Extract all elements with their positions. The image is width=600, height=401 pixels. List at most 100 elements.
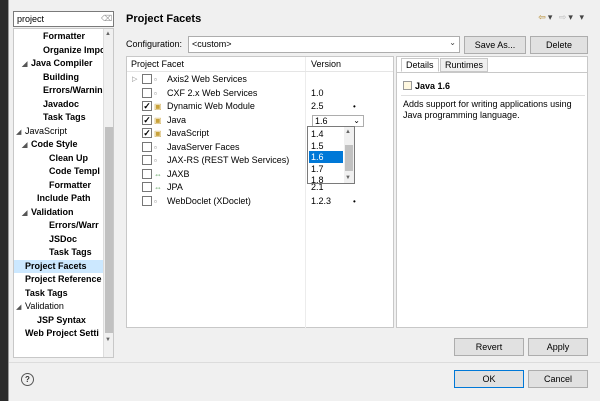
expand-triangle-icon[interactable]: ◢	[22, 139, 31, 152]
expand-triangle-icon[interactable]: ◢	[16, 301, 25, 314]
tree-item-label: Building	[43, 71, 79, 82]
facet-version[interactable]: 1.2.3	[311, 195, 331, 208]
dropdown-option[interactable]: 1.5	[309, 140, 343, 152]
dropdown-scrollbar[interactable]: ▲ ▼	[344, 127, 354, 183]
preference-tree[interactable]: Web Project Setti JSP Syntax ◢ Validation Ta…	[13, 28, 114, 358]
tree-vertical-scrollbar[interactable]: ▲ ▼	[103, 29, 113, 357]
tree-item[interactable]: Formatter	[14, 179, 104, 192]
tree-item[interactable]: Javadoc	[14, 98, 104, 111]
properties-dialog: project ⌫ Web Project Setti JSP Syntax ◢ Va…	[8, 0, 600, 401]
facet-name: Axis2 Web Services	[167, 74, 247, 84]
cancel-button[interactable]: Cancel	[528, 370, 588, 388]
tree-item[interactable]: ◢ Validation	[14, 206, 104, 219]
tab-runtimes[interactable]: Runtimes	[440, 58, 489, 72]
tree-item[interactable]: Errors/Warr	[14, 219, 104, 232]
tree-item[interactable]: Errors/Warnin	[14, 84, 104, 97]
dropdown-scroll-thumb[interactable]	[345, 145, 353, 171]
facet-name: CXF 2.x Web Services	[167, 87, 258, 98]
tree-item[interactable]: JSDoc	[14, 233, 104, 246]
scroll-down-icon[interactable]: ▼	[105, 337, 111, 343]
facet-row[interactable]: ▫ CXF 2.x Web Services 1.0	[127, 87, 393, 100]
facet-icon: ▫	[154, 88, 157, 98]
tree-item[interactable]: ◢ Validation	[14, 300, 104, 313]
help-icon[interactable]: ?	[21, 373, 34, 386]
facet-name: JavaServer Faces	[167, 141, 240, 152]
clear-icon[interactable]: ⌫	[101, 14, 112, 24]
forward-menu-icon[interactable]: ▾	[568, 12, 575, 22]
back-menu-icon[interactable]: ▾	[548, 12, 555, 22]
facet-icon: ▫	[154, 196, 157, 206]
facet-version[interactable]: 2.5	[311, 100, 324, 113]
dropdown-option[interactable]: 1.7	[309, 163, 343, 175]
tree-item[interactable]: Web Project Setti	[14, 327, 104, 340]
filter-input[interactable]: project ⌫	[13, 11, 114, 27]
delete-button[interactable]: Delete	[530, 36, 588, 54]
tree-item[interactable]: ◢ Java Compiler	[14, 57, 104, 70]
facet-checkbox[interactable]	[142, 155, 152, 165]
view-menu-icon[interactable]: ▾	[579, 12, 586, 22]
version-value: 1.6	[315, 115, 328, 126]
tree-item-label: JavaScript	[25, 125, 68, 136]
dropdown-option[interactable]: 1.6	[309, 151, 343, 163]
tree-item[interactable]: Include Path	[14, 192, 104, 205]
facet-row[interactable]: ✓ ▣ Java 1.6 ⌄	[127, 114, 393, 127]
facet-version[interactable]: 1.0	[311, 87, 324, 100]
java-facet-icon	[403, 81, 412, 90]
ok-button[interactable]: OK	[454, 370, 524, 388]
tree-item[interactable]: ◢ Code Style	[14, 138, 104, 151]
forward-icon[interactable]: ⇨	[559, 12, 569, 22]
configuration-select[interactable]: <custom> ⌄	[188, 36, 460, 53]
save-as-button[interactable]: Save As...	[464, 36, 526, 54]
scroll-down-icon[interactable]: ▼	[345, 175, 351, 181]
version-dropdown-list[interactable]: 1.8 1.7 1.6 1.5 1.4 ▲ ▼	[307, 126, 355, 186]
facet-checkbox[interactable]	[142, 195, 152, 206]
version-select[interactable]: 1.6 ⌄	[312, 114, 364, 127]
tree-item[interactable]: Project Facets	[14, 259, 104, 273]
facet-name: JAXB	[167, 168, 190, 179]
facet-checkbox[interactable]	[142, 141, 152, 152]
facet-checkbox[interactable]: ✓	[142, 101, 152, 111]
tree-item[interactable]: Task Tags	[14, 246, 104, 259]
details-panel: Details Runtimes Java 1.6 Adds support f…	[396, 56, 588, 328]
dropdown-option[interactable]: 1.8	[309, 174, 343, 186]
tree-item-label: Validation	[25, 301, 64, 311]
expand-triangle-icon[interactable]: ◢	[22, 207, 31, 220]
facet-row[interactable]: ✓ ▣ Dynamic Web Module 2.5 •	[127, 100, 393, 113]
column-header-version[interactable]: Version	[307, 57, 341, 71]
facet-checkbox[interactable]: ✓	[142, 114, 152, 125]
tree-item-label: Project Reference	[25, 274, 102, 284]
expand-triangle-icon[interactable]: ◢	[16, 126, 25, 139]
facet-checkbox[interactable]	[142, 74, 152, 84]
tree-item[interactable]: Code Templ	[14, 165, 104, 178]
tree-item[interactable]: Task Tags	[14, 111, 104, 124]
tree-scroll-thumb[interactable]	[105, 127, 113, 333]
tree-item[interactable]: Project Reference	[14, 273, 104, 286]
tab-details[interactable]: Details	[401, 58, 439, 72]
tree-item[interactable]: JSP Syntax	[14, 314, 104, 327]
tree-item[interactable]: Formatter	[14, 30, 104, 43]
apply-button[interactable]: Apply	[528, 338, 588, 356]
facet-description: Adds support for writing applications us…	[403, 99, 572, 120]
facet-row[interactable]: ▷ ▫ Axis2 Web Services	[127, 73, 393, 86]
column-header-facet[interactable]: Project Facet	[127, 57, 184, 71]
tree-item[interactable]: Clean Up	[14, 152, 104, 165]
tree-item[interactable]: Organize Impo	[14, 44, 106, 57]
facet-checkbox[interactable]	[142, 168, 152, 179]
facets-table[interactable]: Project Facet Version ▷ ▫ Axis2 Web Servic…	[126, 56, 394, 329]
tree-item-label: Validation	[31, 206, 74, 217]
facet-checkbox[interactable]: ✓	[142, 128, 152, 138]
scroll-up-icon[interactable]: ▲	[105, 31, 111, 37]
revert-button[interactable]: Revert	[454, 338, 524, 356]
facet-checkbox[interactable]	[142, 182, 152, 192]
facet-row[interactable]: ▫ WebDoclet (XDoclet) 1.2.3 •	[127, 195, 393, 208]
dropdown-option[interactable]: 1.4	[309, 128, 343, 140]
tree-item[interactable]: Task Tags	[14, 287, 104, 300]
tree-item[interactable]: ◢ JavaScript	[14, 125, 104, 138]
back-icon[interactable]: ⇦	[538, 12, 548, 22]
expand-triangle-icon[interactable]: ◢	[22, 58, 31, 71]
tree-item[interactable]: Building	[14, 71, 104, 84]
history-nav[interactable]: ⇦▾ ⇨▾ ▾	[538, 12, 586, 23]
scroll-up-icon[interactable]: ▲	[345, 129, 351, 135]
facet-checkbox[interactable]	[142, 87, 152, 98]
expand-triangle-icon[interactable]: ▷	[132, 73, 137, 86]
